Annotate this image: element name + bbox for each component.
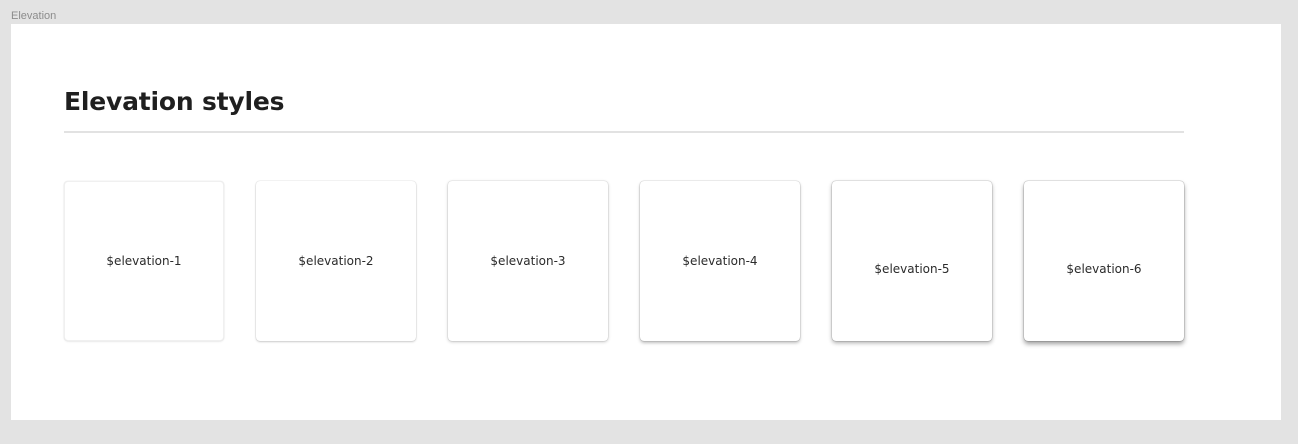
elevation-card-3: $elevation-3 (448, 181, 608, 341)
elevation-card-label: $elevation-1 (106, 254, 182, 268)
elevation-card-4: $elevation-4 (640, 181, 800, 341)
elevation-card-6: $elevation-6 (1024, 181, 1184, 341)
elevation-card-label: $elevation-3 (490, 254, 566, 268)
section-divider (64, 131, 1184, 133)
elevation-card-5: $elevation-5 (832, 181, 992, 341)
elevation-card-label: $elevation-4 (682, 254, 758, 268)
elevation-frame: Elevation styles $elevation-1 $elevation… (11, 24, 1281, 420)
elevation-card-label: $elevation-5 (874, 262, 950, 276)
elevation-card-label: $elevation-2 (298, 254, 374, 268)
elevation-card-2: $elevation-2 (256, 181, 416, 341)
elevation-card-label: $elevation-6 (1066, 262, 1142, 276)
section-title: Elevation styles (64, 87, 285, 116)
elevation-card-1: $elevation-1 (64, 181, 224, 341)
frame-label[interactable]: Elevation (11, 9, 56, 23)
